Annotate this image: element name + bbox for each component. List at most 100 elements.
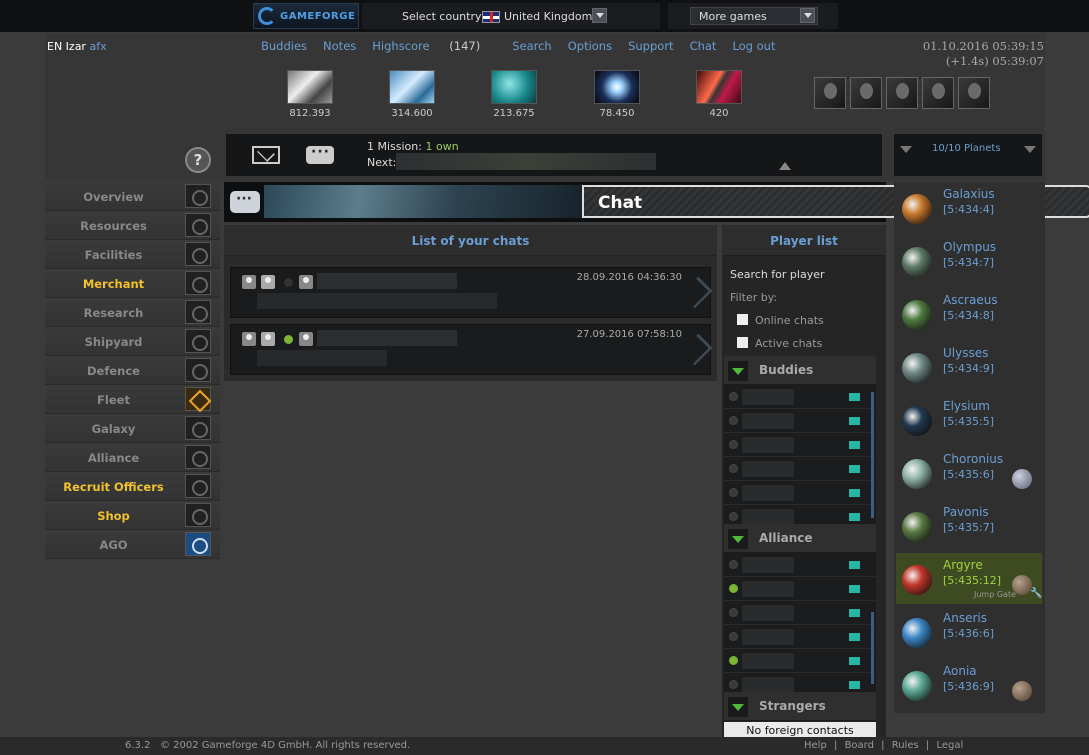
chat-entry[interactable]: 27.09.2016 07:58:10 xyxy=(230,324,711,375)
more-games-selector[interactable]: More games xyxy=(668,3,838,29)
collapse-arrow-icon[interactable] xyxy=(779,162,791,170)
write-message-icon[interactable] xyxy=(849,609,860,617)
mail-icon[interactable] xyxy=(252,146,280,164)
alliance-section-header[interactable]: Alliance xyxy=(724,524,876,553)
country-value[interactable]: United Kingdom xyxy=(504,10,592,23)
menu-item-fleet[interactable]: Fleet xyxy=(45,385,220,414)
write-message-icon[interactable] xyxy=(849,657,860,665)
write-message-icon[interactable] xyxy=(849,633,860,641)
open-chat-chevron-icon[interactable] xyxy=(688,276,702,310)
planet-icon[interactable] xyxy=(902,512,932,542)
jump-gate-label[interactable]: Jump Gate xyxy=(974,590,1016,599)
menu-item-shipyard[interactable]: Shipyard xyxy=(45,327,220,356)
contact-row[interactable] xyxy=(724,481,876,505)
write-message-icon[interactable] xyxy=(849,585,860,593)
nav-buddies[interactable]: Buddies xyxy=(261,39,307,53)
nav-highscore-label[interactable]: Highscore xyxy=(372,39,429,53)
planets-prev-arrow-icon[interactable] xyxy=(900,146,912,153)
online-chats-label[interactable]: Online chats xyxy=(755,314,824,327)
write-message-icon[interactable] xyxy=(849,561,860,569)
geologist-officer-icon[interactable] xyxy=(922,77,954,109)
country-selector[interactable]: Select country: United Kingdom xyxy=(362,3,660,29)
menu-item-overview[interactable]: Overview xyxy=(45,182,220,211)
facilities-icon[interactable] xyxy=(185,242,211,266)
chat-entry[interactable]: 28.09.2016 04:36:30 xyxy=(230,267,711,318)
write-message-icon[interactable] xyxy=(849,465,860,473)
resource-dark-matter[interactable]: 420 xyxy=(689,70,749,119)
planet-argyre[interactable]: Argyre [5:435:12] Jump Gate 🔧 xyxy=(896,553,1042,604)
contact-row[interactable] xyxy=(724,577,876,601)
commander-officer-icon[interactable] xyxy=(814,77,846,109)
contact-row[interactable] xyxy=(724,457,876,481)
contact-row[interactable] xyxy=(724,601,876,625)
planet-icon[interactable] xyxy=(902,565,932,595)
write-message-icon[interactable] xyxy=(849,393,860,401)
planet-galaxius[interactable]: Galaxius [5:434:4] xyxy=(896,182,1042,233)
alliance-icon[interactable] xyxy=(185,445,211,469)
planet-icon[interactable] xyxy=(902,247,932,277)
nav-search[interactable]: Search xyxy=(512,39,552,53)
galaxy-icon[interactable] xyxy=(185,416,211,440)
planet-icon[interactable] xyxy=(902,618,932,648)
write-message-icon[interactable] xyxy=(849,489,860,497)
defence-icon[interactable] xyxy=(185,358,211,382)
admiral-officer-icon[interactable] xyxy=(850,77,882,109)
resource-energy[interactable]: 78.450 xyxy=(587,70,647,119)
active-chats-label[interactable]: Active chats xyxy=(755,337,822,350)
planet-olympus[interactable]: Olympus [5:434:7] xyxy=(896,235,1042,286)
nav-highscore[interactable]: Highscore (147) xyxy=(372,39,496,53)
research-icon[interactable] xyxy=(185,300,211,324)
footer-rules-link[interactable]: Rules xyxy=(892,740,919,751)
resource-metal[interactable]: 812.393 xyxy=(280,70,340,119)
buddies-section-header[interactable]: Buddies xyxy=(724,356,876,385)
resource-crystal[interactable]: 314.600 xyxy=(382,70,442,119)
alliance-scrollbar[interactable] xyxy=(871,612,874,684)
nav-support[interactable]: Support xyxy=(628,39,673,53)
resources-icon[interactable] xyxy=(185,213,211,237)
moon-icon[interactable] xyxy=(1012,681,1032,701)
engineer-officer-icon[interactable] xyxy=(886,77,918,109)
menu-item-galaxy[interactable]: Galaxy xyxy=(45,414,220,443)
mission-summary[interactable]: 1 Mission: 1 own xyxy=(367,140,459,153)
planet-icon[interactable] xyxy=(902,406,932,436)
planet-choronius[interactable]: Choronius [5:435:6] xyxy=(896,447,1042,498)
help-button[interactable]: ? xyxy=(185,147,211,173)
menu-item-ago[interactable]: AGO xyxy=(45,530,220,559)
resource-deuterium[interactable]: 213.675 xyxy=(484,70,544,119)
more-games-dropdown-arrow-icon[interactable] xyxy=(800,8,815,23)
wrench-icon[interactable]: 🔧 xyxy=(1030,588,1042,599)
more-games-field[interactable]: More games xyxy=(690,7,818,25)
menu-item-research[interactable]: Research xyxy=(45,298,220,327)
planet-ascraeus[interactable]: Ascraeus [5:434:8] xyxy=(896,288,1042,339)
toggle-arrow-icon[interactable] xyxy=(728,361,748,381)
write-message-icon[interactable] xyxy=(849,681,860,689)
fleet-icon[interactable] xyxy=(185,387,211,411)
footer-legal-link[interactable]: Legal xyxy=(936,740,963,751)
menu-item-alliance[interactable]: Alliance xyxy=(45,443,220,472)
contact-row[interactable] xyxy=(724,433,876,457)
menu-item-recruit-officers[interactable]: Recruit Officers xyxy=(45,472,220,501)
nav-logout[interactable]: Log out xyxy=(732,39,775,53)
write-message-icon[interactable] xyxy=(849,513,860,521)
active-chats-checkbox[interactable] xyxy=(737,337,748,348)
officers-icon[interactable] xyxy=(185,474,211,498)
contact-row[interactable] xyxy=(724,649,876,673)
planets-next-arrow-icon[interactable] xyxy=(1024,146,1036,153)
chat-bubble-icon[interactable] xyxy=(306,144,334,164)
planet-aonia[interactable]: Aonia [5:436:9] xyxy=(896,659,1042,710)
planet-icon[interactable] xyxy=(902,194,932,224)
contact-row[interactable] xyxy=(724,625,876,649)
contact-row[interactable] xyxy=(724,553,876,577)
menu-item-defence[interactable]: Defence xyxy=(45,356,220,385)
shop-icon[interactable] xyxy=(185,503,211,527)
footer-board-link[interactable]: Board xyxy=(845,740,874,751)
shipyard-icon[interactable] xyxy=(185,329,211,353)
planet-pavonis[interactable]: Pavonis [5:435:7] xyxy=(896,500,1042,551)
country-dropdown-arrow-icon[interactable] xyxy=(592,8,607,23)
online-chats-checkbox[interactable] xyxy=(737,314,748,325)
contact-row[interactable] xyxy=(724,385,876,409)
strangers-section-header[interactable]: Strangers xyxy=(724,692,876,721)
nav-options[interactable]: Options xyxy=(568,39,612,53)
planet-ulysses[interactable]: Ulysses [5:434:9] xyxy=(896,341,1042,392)
menu-item-facilities[interactable]: Facilities xyxy=(45,240,220,269)
